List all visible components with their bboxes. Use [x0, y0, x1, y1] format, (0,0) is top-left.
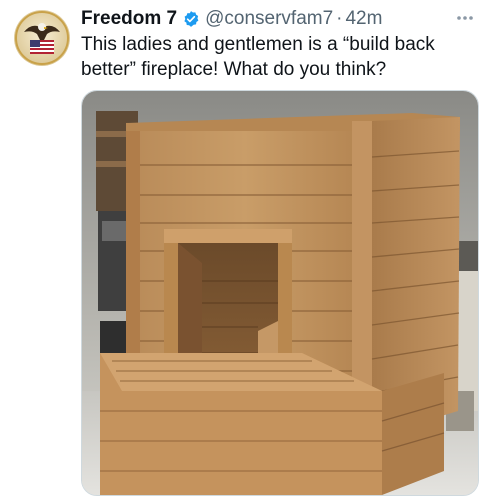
author-name[interactable]: Freedom 7 [81, 6, 177, 32]
author-handle[interactable]: @conservfam7 [205, 6, 333, 32]
eagle-avatar-icon [14, 10, 70, 66]
more-options-icon[interactable] [452, 10, 478, 26]
tweet-header: Freedom 7 @conservfam7 · 42m [81, 6, 382, 32]
tweet-text: This ladies and gentlemen is a “build ba… [81, 34, 435, 80]
tweet-media-image[interactable] [81, 90, 479, 496]
separator-dot: · [336, 8, 343, 29]
wooden-fireplace-photo [82, 91, 478, 495]
verified-badge-icon [182, 10, 200, 28]
tweet-timestamp[interactable]: 42m [345, 6, 382, 32]
author-avatar[interactable] [14, 10, 70, 66]
tweet[interactable]: Freedom 7 @conservfam7 · 42m This ladies… [0, 0, 492, 500]
